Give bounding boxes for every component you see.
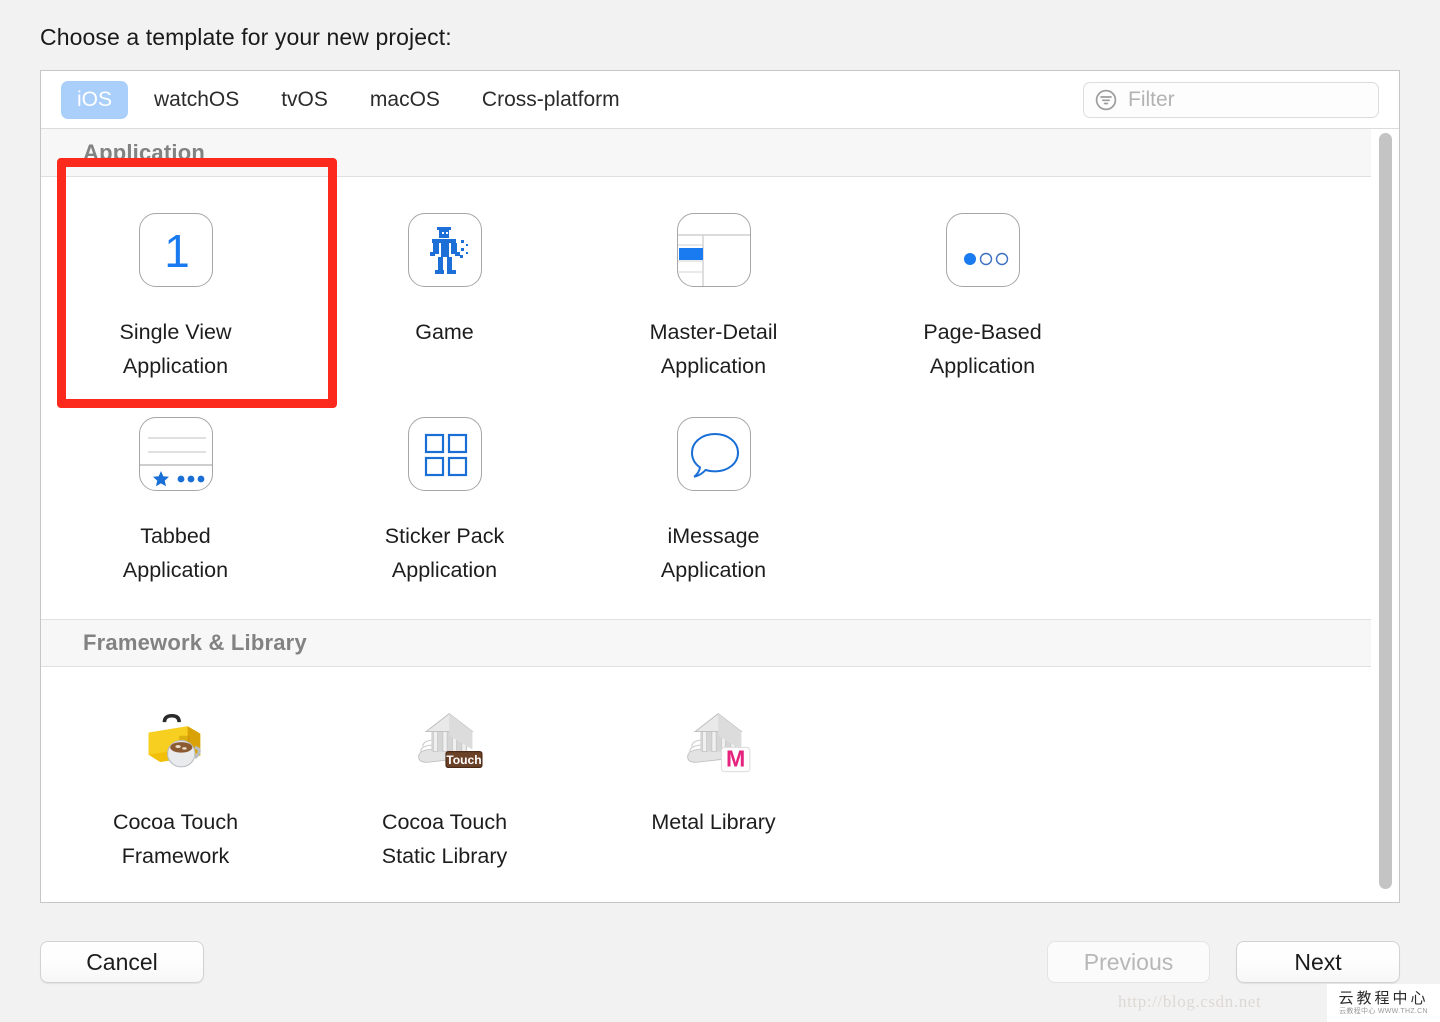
template-label: Single View Application (119, 320, 232, 378)
sticker-pack-icon (406, 415, 484, 493)
single-view-icon: 1 (137, 211, 215, 289)
tab-cross-platform[interactable]: Cross-platform (466, 81, 636, 119)
master-detail-icon (675, 211, 753, 289)
template-sticker-pack-application[interactable]: Sticker Pack Application (310, 401, 579, 605)
template-tabbed-application[interactable]: Tabbed Application (41, 401, 310, 605)
template-label: iMessage Application (660, 524, 767, 582)
template-label: Cocoa Touch Static Library (381, 810, 508, 868)
temple-metal-icon: M (675, 701, 753, 779)
watermark-url: http://blog.csdn.net (1118, 992, 1262, 1011)
template-label: Tabbed Application (122, 524, 229, 582)
tab-macos[interactable]: macOS (354, 81, 456, 119)
template-game[interactable]: Game (310, 197, 579, 401)
template-metal-library[interactable]: M Metal Library (579, 687, 848, 891)
filter-field[interactable] (1083, 82, 1379, 118)
template-picker-dialog: iOS watchOS tvOS macOS Cross-platform Fi… (40, 70, 1400, 903)
watermark-badge-subtitle: 云教程中心 WWW.THZ.CN (1339, 1007, 1428, 1015)
template-scroll-area: Application 1 Single View Application Ga… (41, 129, 1399, 902)
section-title: Framework & Library (83, 630, 307, 655)
template-label: Game (415, 320, 474, 344)
imessage-bubble-icon (675, 415, 753, 493)
tab-watchos[interactable]: watchOS (138, 81, 255, 119)
template-cocoa-touch-static-library[interactable]: Touch Cocoa Touch Static Library (310, 687, 579, 891)
template-label: Cocoa Touch Framework (112, 810, 239, 868)
section-title: Application (83, 139, 205, 165)
platform-tab-bar: iOS watchOS tvOS macOS Cross-platform (41, 71, 1399, 129)
template-imessage-application[interactable]: iMessage Application (579, 401, 848, 605)
temple-touch-icon: Touch (406, 701, 484, 779)
tab-ios[interactable]: iOS (61, 80, 129, 119)
template-label: Page-Based Application (923, 320, 1042, 378)
filter-input[interactable] (1126, 87, 1356, 113)
page-title: Choose a template for your new project: (40, 24, 452, 50)
template-grid-framework-library: Cocoa Touch Framework Touch Cocoa Touch … (41, 667, 1371, 902)
toolbox-coffee-icon (137, 701, 215, 779)
tabbed-icon (137, 415, 215, 493)
vertical-scrollbar[interactable] (1374, 129, 1396, 899)
template-chooser-screen: Choose a template for your new project: … (0, 0, 1440, 1022)
watermark-badge: 云教程中心 云教程中心 WWW.THZ.CN (1327, 984, 1440, 1022)
template-single-view-application[interactable]: 1 Single View Application (41, 197, 310, 401)
svg-text:1: 1 (164, 225, 190, 277)
previous-button[interactable]: Previous (1047, 941, 1210, 983)
next-button[interactable]: Next (1236, 941, 1400, 983)
cancel-button[interactable]: Cancel (40, 941, 204, 983)
template-page-based-application[interactable]: Page-Based Application (848, 197, 1117, 401)
watermark-badge-title: 云教程中心 (1338, 989, 1429, 1007)
game-robot-icon (406, 211, 484, 289)
scrollbar-thumb[interactable] (1379, 133, 1392, 889)
template-cocoa-touch-framework[interactable]: Cocoa Touch Framework (41, 687, 310, 891)
template-label: Master-Detail Application (649, 320, 778, 378)
section-header-application: Application (41, 129, 1371, 177)
filter-icon (1094, 88, 1118, 112)
page-based-icon (944, 211, 1022, 289)
template-scroll-content: Application 1 Single View Application Ga… (41, 129, 1371, 902)
tab-tvos[interactable]: tvOS (265, 81, 344, 119)
metal-badge-text: M (725, 745, 744, 771)
template-master-detail-application[interactable]: Master-Detail Application (579, 197, 848, 401)
template-grid-application: 1 Single View Application Game Master-De… (41, 177, 1371, 619)
template-label: Metal Library (651, 810, 776, 834)
template-label: Sticker Pack Application (384, 524, 505, 582)
section-header-framework-library: Framework & Library (41, 619, 1371, 667)
touch-badge-text: Touch (446, 753, 481, 767)
